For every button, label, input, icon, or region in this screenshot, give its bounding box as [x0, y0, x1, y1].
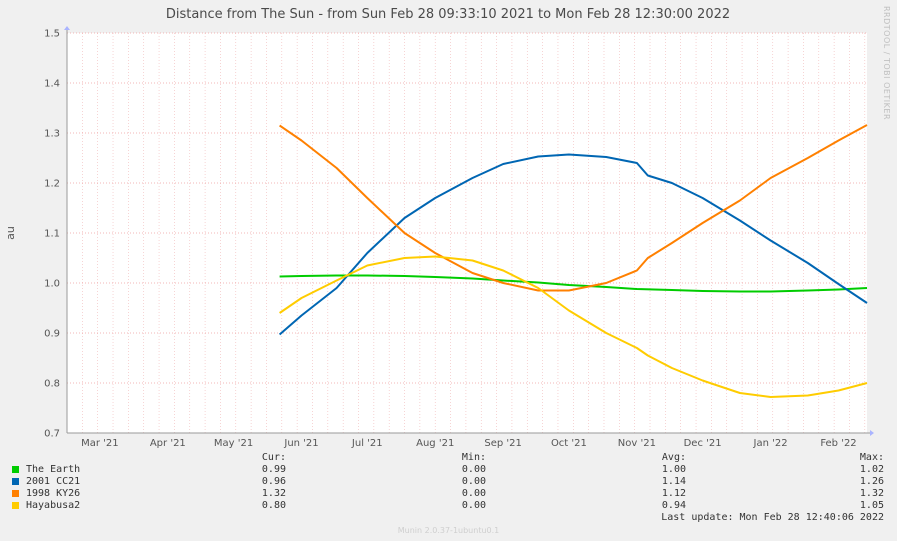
legend-series-name: Hayabusa2 — [26, 500, 81, 511]
y-tick-label: 1.3 — [44, 129, 60, 140]
legend-cur: 0.99 — [261, 464, 286, 475]
legend-row-earth: The Earth 0.99 0.00 1.00 1.02 — [12, 464, 886, 476]
legend-row-hayabusa2: Hayabusa2 0.80 0.00 0.94 1.05 — [12, 500, 886, 512]
x-tick-label: Sep '21 — [484, 438, 522, 449]
legend-row-2001cc21: 2001 CC21 0.96 0.00 1.14 1.26 — [12, 476, 886, 488]
legend-max: 1.05 — [859, 500, 884, 511]
legend-swatch — [12, 466, 19, 473]
x-tick-label: Jan '22 — [753, 438, 788, 449]
legend-swatch — [12, 502, 19, 509]
legend-series-name: 2001 CC21 — [26, 476, 81, 487]
watermark-text: RRDTOOL / TOBI OETIKER — [882, 6, 891, 120]
y-axis-label: au — [4, 226, 17, 240]
legend-cur: 1.32 — [261, 488, 286, 499]
y-tick-label: 0.8 — [44, 379, 60, 390]
legend: Cur: Min: Avg: Max: The Earth 0.99 0.00 … — [12, 452, 886, 524]
y-tick-label: 0.9 — [44, 329, 60, 340]
last-update-row: Last update: Mon Feb 28 12:40:06 2022 — [12, 512, 886, 524]
legend-swatch — [12, 490, 19, 497]
legend-series-name: The Earth — [26, 464, 81, 475]
legend-avg: 1.00 — [661, 464, 686, 475]
y-axis-arrow-icon — [64, 26, 70, 30]
x-tick-label: Nov '21 — [618, 438, 656, 449]
y-tick-label: 1.5 — [44, 29, 60, 40]
y-tick-label: 1.2 — [44, 179, 60, 190]
legend-avg: 1.14 — [661, 476, 686, 487]
x-tick-label: Jun '21 — [283, 438, 318, 449]
legend-min: 0.00 — [461, 500, 486, 511]
x-tick-label: Oct '21 — [551, 438, 587, 449]
x-tick-label: May '21 — [214, 438, 253, 449]
y-tick-label: 1.1 — [44, 229, 60, 240]
x-axis-arrow-icon — [870, 430, 874, 436]
y-tick-label: 0.7 — [44, 429, 60, 440]
x-tick-label: Jul '21 — [351, 438, 383, 449]
legend-header-max: Max: — [859, 452, 884, 463]
legend-avg: 1.12 — [661, 488, 686, 499]
last-update: Last update: Mon Feb 28 12:40:06 2022 — [661, 512, 884, 523]
legend-header-avg: Avg: — [661, 452, 686, 463]
legend-series-name: 1998 KY26 — [26, 488, 81, 499]
x-tick-label: Dec '21 — [684, 438, 722, 449]
legend-max: 1.02 — [859, 464, 884, 475]
legend-cur: 0.96 — [261, 476, 286, 487]
legend-header-cur: Cur: — [261, 452, 286, 463]
x-tick-label: Apr '21 — [150, 438, 186, 449]
y-tick-label: 1.4 — [44, 79, 60, 90]
legend-header-min: Min: — [461, 452, 486, 463]
legend-max: 1.32 — [859, 488, 884, 499]
legend-min: 0.00 — [461, 476, 486, 487]
legend-swatch — [12, 478, 19, 485]
x-tick-label: Mar '21 — [81, 438, 119, 449]
legend-header: Cur: Min: Avg: Max: — [12, 452, 886, 464]
legend-avg: 0.94 — [661, 500, 686, 511]
x-tick-label: Feb '22 — [820, 438, 856, 449]
y-tick-label: 1.0 — [44, 279, 60, 290]
legend-max: 1.26 — [859, 476, 884, 487]
legend-min: 0.00 — [461, 488, 486, 499]
x-tick-label: Aug '21 — [416, 438, 454, 449]
chart-title: Distance from The Sun - from Sun Feb 28 … — [166, 7, 730, 22]
legend-min: 0.00 — [461, 464, 486, 475]
legend-cur: 0.80 — [261, 500, 286, 511]
legend-row-1998ky26: 1998 KY26 1.32 0.00 1.12 1.32 — [12, 488, 886, 500]
footer-version: Munin 2.0.37-1ubuntu0.1 — [397, 526, 500, 535]
